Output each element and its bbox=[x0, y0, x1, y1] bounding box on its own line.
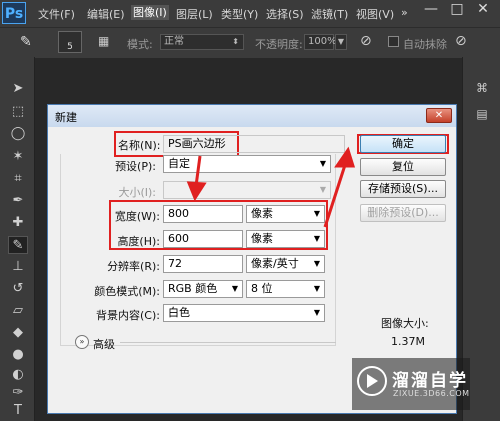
arrow-name-to-width bbox=[194, 155, 202, 187]
play-icon bbox=[367, 374, 378, 388]
arrow-height-to-ok bbox=[323, 164, 347, 228]
watermark-url: ZIXUE.3D66.COM bbox=[393, 389, 470, 398]
arrow-head-down bbox=[186, 181, 207, 202]
arrow-head-up bbox=[334, 146, 356, 168]
watermark-brand: 溜溜自学 bbox=[392, 371, 468, 391]
